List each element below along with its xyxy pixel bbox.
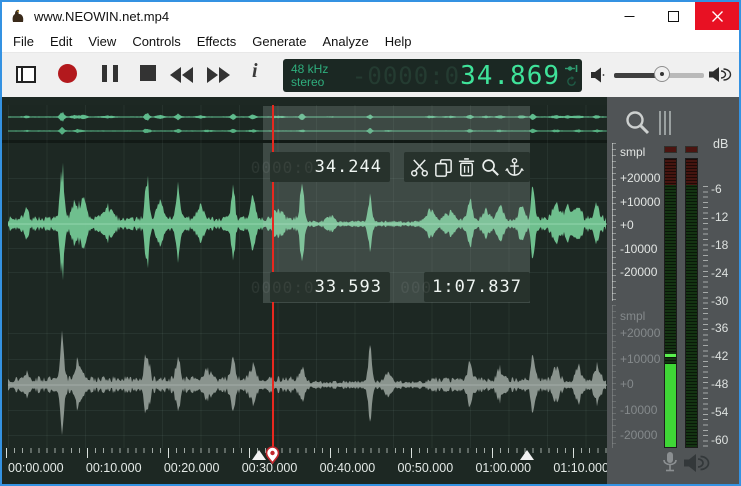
menu-item[interactable]: Controls bbox=[124, 31, 188, 52]
position-ghost-digits: -0000:0 bbox=[352, 62, 460, 90]
timeline-label: 01:10.000 bbox=[553, 461, 609, 475]
sample-rate-label: 48 kHz stereo bbox=[291, 63, 328, 89]
menu-item[interactable]: Generate bbox=[244, 31, 314, 52]
delete-button[interactable] bbox=[456, 157, 477, 178]
position-value: 34.869 bbox=[460, 61, 560, 91]
waveform-right-channel[interactable] bbox=[8, 303, 607, 448]
ruler-major-ticks bbox=[6, 448, 607, 458]
menu-bar: FileEditViewControlsEffectsGenerateAnaly… bbox=[2, 30, 739, 53]
zoom-selection-button[interactable] bbox=[480, 157, 501, 178]
db-tick: -60 bbox=[711, 434, 728, 447]
volume-slider-thumb[interactable] bbox=[654, 66, 670, 82]
selection-length-ghost: 0000:0 bbox=[251, 158, 315, 177]
selection-finish-value: 1:07.837 bbox=[432, 277, 522, 297]
close-icon bbox=[712, 11, 723, 22]
selection-toolbar bbox=[404, 152, 530, 182]
record-button[interactable] bbox=[58, 64, 77, 83]
timeline-label: 00:00.000 bbox=[8, 461, 64, 475]
timeline-label: 00:10.000 bbox=[86, 461, 142, 475]
zoom-tool-icon[interactable] bbox=[624, 109, 651, 136]
copy-button[interactable] bbox=[433, 157, 454, 178]
db-tick: -36 bbox=[711, 322, 728, 335]
toolbar: i 48 kHz stereo -0000:034.869 bbox=[2, 53, 739, 97]
lower-scale-unit: smpl bbox=[620, 309, 645, 323]
close-button[interactable] bbox=[695, 2, 739, 30]
selection-finish-readout: 0001:07.837 bbox=[424, 272, 530, 302]
db-tick: -42 bbox=[711, 350, 728, 363]
menu-item[interactable]: Analyze bbox=[314, 31, 376, 52]
minimize-button[interactable] bbox=[607, 2, 651, 30]
level-meter-right bbox=[685, 158, 698, 448]
timeline-label: 01:00.000 bbox=[475, 461, 531, 475]
fast-forward-button[interactable] bbox=[206, 67, 230, 83]
clip-indicator-right bbox=[685, 146, 698, 153]
selection-length-value: 34.244 bbox=[315, 157, 382, 177]
info-button[interactable]: i bbox=[252, 60, 258, 83]
selection-start-readout: 0000:033.593 bbox=[270, 272, 390, 302]
marker-mode-icon[interactable] bbox=[565, 64, 578, 73]
position-readout: -0000:034.869 bbox=[328, 61, 560, 91]
panel-grip-handle[interactable] bbox=[659, 111, 671, 135]
timeline-label: 00:30.000 bbox=[242, 461, 298, 475]
menu-item[interactable]: Help bbox=[377, 31, 420, 52]
menu-item[interactable]: View bbox=[80, 31, 124, 52]
stop-button[interactable] bbox=[140, 65, 156, 81]
right-panel: smpl +20000+10000+0-10000-20000 smpl +20… bbox=[607, 97, 739, 484]
menu-item[interactable]: Edit bbox=[42, 31, 80, 52]
main-content: 0000:034.244 bbox=[2, 97, 739, 484]
waveform-area[interactable]: 0000:034.244 bbox=[2, 97, 607, 484]
selection-length-readout: 0000:034.244 bbox=[270, 152, 390, 182]
menu-item[interactable]: File bbox=[5, 31, 42, 52]
upper-scale-bracket bbox=[612, 143, 616, 301]
peak-hold-left bbox=[665, 354, 676, 357]
db-tick: -48 bbox=[711, 378, 728, 391]
minimize-icon bbox=[624, 11, 635, 22]
lower-scale-bracket bbox=[612, 305, 616, 448]
selection-start-ghost: 0000:0 bbox=[251, 278, 315, 297]
db-tick: -24 bbox=[711, 267, 728, 280]
db-tick-marks bbox=[703, 186, 708, 448]
timeline-label: 00:50.000 bbox=[398, 461, 454, 475]
volume-up-icon[interactable] bbox=[708, 66, 728, 83]
level-bar-left bbox=[665, 364, 676, 447]
timeline-label: 00:40.000 bbox=[320, 461, 376, 475]
upper-scale-unit: smpl bbox=[620, 145, 645, 159]
rewind-button[interactable] bbox=[170, 67, 194, 83]
volume-down-icon[interactable] bbox=[590, 67, 608, 83]
db-tick: -54 bbox=[711, 406, 728, 419]
time-ruler[interactable] bbox=[2, 448, 607, 462]
timeline-label: 00:20.000 bbox=[164, 461, 220, 475]
app-icon bbox=[10, 8, 26, 24]
db-tick: -6 bbox=[711, 183, 728, 196]
anchor-button[interactable] bbox=[504, 157, 525, 178]
db-scale: -6 -12 -18 -24 -30 -36 -42 -48 -54 -60 bbox=[711, 183, 728, 447]
pause-button[interactable] bbox=[102, 65, 118, 82]
loop-icon[interactable] bbox=[566, 76, 577, 87]
maximize-button[interactable] bbox=[651, 2, 695, 30]
monitor-speaker-icon[interactable] bbox=[683, 453, 707, 473]
lcd-display[interactable]: 48 kHz stereo -0000:034.869 bbox=[283, 59, 582, 92]
db-tick: -30 bbox=[711, 295, 728, 308]
level-meter-left bbox=[664, 158, 677, 448]
menu-item[interactable]: Effects bbox=[189, 31, 245, 52]
microphone-icon[interactable] bbox=[660, 451, 680, 475]
db-tick: -12 bbox=[711, 211, 728, 224]
selection-finish-ghost: 000 bbox=[400, 278, 432, 297]
window-title: www.NEOWIN.net.mp4 bbox=[34, 9, 169, 24]
panel-icon bbox=[21, 68, 23, 81]
title-bar: www.NEOWIN.net.mp4 bbox=[2, 2, 739, 30]
db-tick: -18 bbox=[711, 239, 728, 252]
control-window-button[interactable] bbox=[16, 66, 36, 83]
maximize-icon bbox=[668, 11, 679, 22]
selection-end-marker[interactable] bbox=[520, 450, 534, 460]
db-unit-label: dB bbox=[713, 137, 728, 151]
app-window: www.NEOWIN.net.mp4 FileEditViewControlsE… bbox=[0, 0, 741, 486]
cut-button[interactable] bbox=[409, 157, 430, 178]
clip-indicator-left bbox=[664, 146, 677, 153]
timeline-labels: 00:00.000 00:10.000 00:20.000 00:30.000 00:4… bbox=[8, 461, 609, 475]
selection-start-value: 33.593 bbox=[315, 277, 382, 297]
